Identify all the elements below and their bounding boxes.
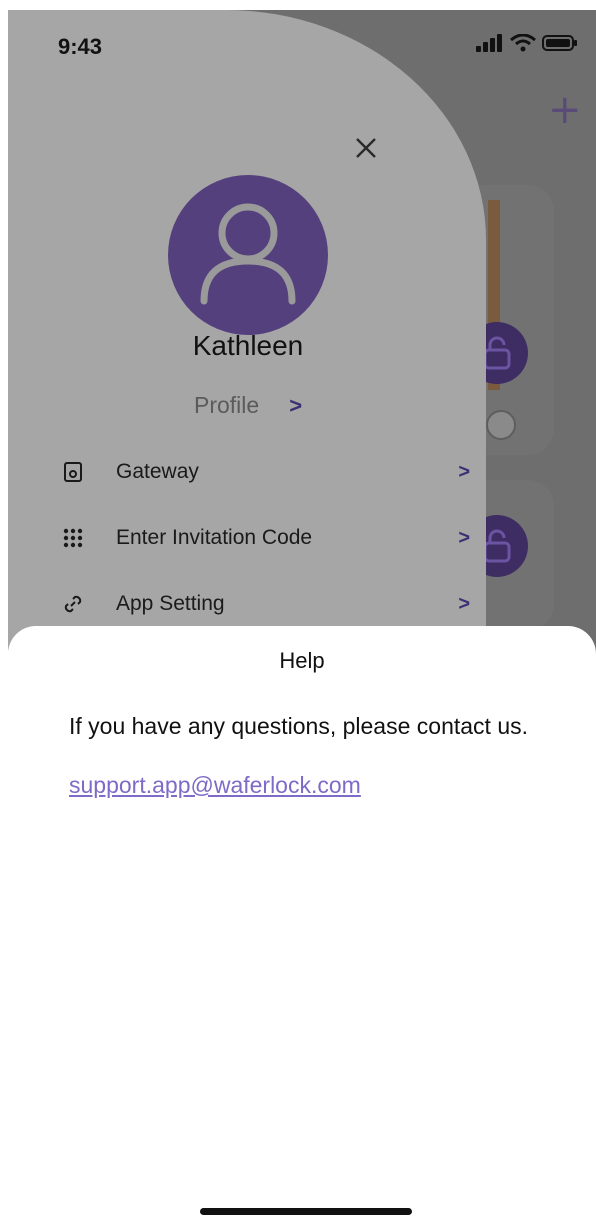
battery-icon [542,35,577,51]
sheet-title: Help [279,648,325,673]
menu-item-label: Gateway [116,460,199,483]
link-icon [58,589,88,619]
user-icon [200,203,296,305]
help-sheet: Help If you have any questions, please c… [8,626,596,1223]
user-name: Kathleen [192,330,304,361]
profile-link[interactable]: Profile > [194,392,302,419]
side-drawer: Kathleen Profile > Gateway > Enter Invit… [8,10,486,650]
menu-item-gateway[interactable]: Gateway > [58,444,470,500]
wifi-icon [510,34,536,52]
menu-item-label: Enter Invitation Code [116,526,313,549]
menu-item-app-setting[interactable]: App Setting > [58,576,470,632]
menu-item-invitation-code[interactable]: Enter Invitation Code > [58,510,470,566]
close-icon[interactable] [348,130,384,166]
chevron-right-icon: > [458,460,470,483]
status-icons [476,34,578,52]
home-indicator[interactable] [200,1208,412,1215]
gateway-icon [58,457,88,487]
chevron-right-icon: > [458,526,470,549]
status-time: 9:43 [58,34,103,59]
screen-margin [0,0,8,1223]
profile-label: Profile [194,392,260,418]
support-email-link[interactable]: support.app@waferlock.com [69,772,361,799]
door-icon [486,410,516,440]
chevron-right-icon: > [289,392,303,418]
phone-screen: + 9:43 Kathleen Profile > Gateway > Ente… [8,10,596,1223]
plus-icon[interactable]: + [548,90,582,130]
signal-icon [476,34,502,52]
keypad-icon [58,523,88,553]
chevron-right-icon: > [458,592,470,615]
avatar[interactable] [168,175,328,335]
menu-item-label: App Setting [116,592,225,615]
help-message: If you have any questions, please contac… [69,713,529,739]
